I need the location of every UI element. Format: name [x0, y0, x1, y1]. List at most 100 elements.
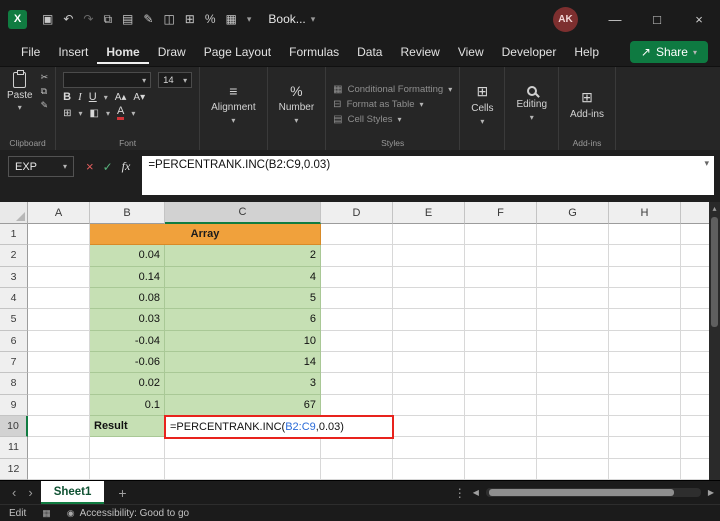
vscroll-thumb[interactable]	[711, 217, 718, 327]
cell-D1[interactable]	[321, 224, 393, 245]
col-header-B[interactable]: B	[90, 202, 165, 224]
table-icon[interactable]: ▦	[226, 12, 237, 26]
underline-chevron-icon[interactable]: ▾	[104, 93, 108, 102]
excel-logo-icon[interactable]: X	[8, 10, 27, 29]
decrease-font-button[interactable]: A▾	[133, 92, 145, 103]
cell-G8[interactable]	[537, 373, 609, 394]
sheet-nav-left-icon[interactable]: ‹	[6, 485, 22, 500]
cell-E8[interactable]	[393, 373, 465, 394]
cell-A5[interactable]	[28, 309, 90, 330]
cell-C7[interactable]: 14	[165, 352, 321, 373]
enter-button[interactable]: ✓	[103, 160, 113, 174]
col-header-D[interactable]: D	[321, 202, 393, 224]
save-icon[interactable]: ▣	[42, 12, 53, 26]
cell-H12[interactable]	[609, 459, 681, 480]
active-cell-editor[interactable]: =PERCENTRANK.INC(B2:C9,0.03)	[164, 415, 394, 439]
undo-icon[interactable]: ↶	[63, 12, 73, 26]
tab-data[interactable]: Data	[348, 40, 391, 64]
cell-E2[interactable]	[393, 245, 465, 266]
col-header-partial[interactable]	[681, 202, 709, 224]
cell-H3[interactable]	[609, 267, 681, 288]
cell-H11[interactable]	[609, 437, 681, 458]
tab-developer[interactable]: Developer	[493, 40, 566, 64]
cell-A7[interactable]	[28, 352, 90, 373]
cell-G6[interactable]	[537, 331, 609, 352]
tab-home[interactable]: Home	[97, 40, 148, 64]
cell-D2[interactable]	[321, 245, 393, 266]
tab-page-layout[interactable]: Page Layout	[195, 40, 280, 64]
format-painter-icon[interactable]: ✎	[143, 12, 153, 26]
cell-I12[interactable]	[681, 459, 709, 480]
cell-C2[interactable]: 2	[165, 245, 321, 266]
cell-A11[interactable]	[28, 437, 90, 458]
editing-button[interactable]: Editing ▾	[512, 72, 551, 136]
format-painter-ribbon-icon[interactable]: ✎	[41, 100, 49, 111]
redo-icon[interactable]: ↷	[83, 12, 93, 26]
cell-E10[interactable]	[393, 416, 465, 437]
cell-A12[interactable]	[28, 459, 90, 480]
formula-input[interactable]: =PERCENTRANK.INC(B2:C9,0.03) ▾	[142, 156, 714, 195]
cell-I6[interactable]	[681, 331, 709, 352]
cell-B5[interactable]: 0.03	[90, 309, 165, 330]
hscroll-thumb[interactable]	[489, 489, 674, 496]
format-as-table-button[interactable]: ⊟ Format as Table ▾	[333, 99, 452, 110]
cell-G1[interactable]	[537, 224, 609, 245]
bold-button[interactable]: B	[63, 91, 71, 103]
cell-C6[interactable]: 10	[165, 331, 321, 352]
cell-B9[interactable]: 0.1	[90, 395, 165, 416]
accessibility-status[interactable]: ◉ Accessibility: Good to go	[67, 508, 189, 519]
cell-D5[interactable]	[321, 309, 393, 330]
tab-help[interactable]: Help	[565, 40, 608, 64]
cell-F12[interactable]	[465, 459, 537, 480]
cell-E6[interactable]	[393, 331, 465, 352]
cell-C4[interactable]: 5	[165, 288, 321, 309]
cell-I1[interactable]	[681, 224, 709, 245]
row-header-7[interactable]: 7	[0, 352, 28, 373]
font-name-select[interactable]: ▾	[63, 72, 151, 88]
cell-G5[interactable]	[537, 309, 609, 330]
cell-H2[interactable]	[609, 245, 681, 266]
cell-I4[interactable]	[681, 288, 709, 309]
cell-F7[interactable]	[465, 352, 537, 373]
cell-B7[interactable]: -0.06	[90, 352, 165, 373]
cell-styles-button[interactable]: ▤ Cell Styles ▾	[333, 114, 452, 125]
row-header-4[interactable]: 4	[0, 288, 28, 309]
cell-F4[interactable]	[465, 288, 537, 309]
cell-I2[interactable]	[681, 245, 709, 266]
insert-function-button[interactable]: fx	[122, 159, 131, 174]
cell-C12[interactable]	[165, 459, 321, 480]
cell-H5[interactable]	[609, 309, 681, 330]
cell-F6[interactable]	[465, 331, 537, 352]
add-sheet-button[interactable]: +	[112, 485, 132, 501]
cells-toolbar-icon[interactable]: ⊞	[185, 12, 195, 26]
tab-review[interactable]: Review	[391, 40, 448, 64]
cell-H1[interactable]	[609, 224, 681, 245]
row-header-12[interactable]: 12	[0, 459, 28, 480]
row-header-9[interactable]: 9	[0, 395, 28, 416]
cell-F10[interactable]	[465, 416, 537, 437]
tab-draw[interactable]: Draw	[149, 40, 195, 64]
conditional-formatting-button[interactable]: ▦ Conditional Formatting ▾	[333, 84, 452, 95]
col-header-C[interactable]: C	[165, 202, 321, 224]
copy-icon[interactable]: ⧉	[103, 12, 112, 27]
cell-E12[interactable]	[393, 459, 465, 480]
cell-C3[interactable]: 4	[165, 267, 321, 288]
cell-A9[interactable]	[28, 395, 90, 416]
row-header-3[interactable]: 3	[0, 267, 28, 288]
italic-button[interactable]: I	[78, 91, 82, 103]
cell-F5[interactable]	[465, 309, 537, 330]
cell-I10[interactable]	[681, 416, 709, 437]
cell-I11[interactable]	[681, 437, 709, 458]
tab-insert[interactable]: Insert	[49, 40, 97, 64]
sheet-options-icon[interactable]: ⋮	[454, 486, 466, 500]
cell-G9[interactable]	[537, 395, 609, 416]
col-header-F[interactable]: F	[465, 202, 537, 224]
cell-H8[interactable]	[609, 373, 681, 394]
col-header-G[interactable]: G	[537, 202, 609, 224]
addins-button[interactable]: ⊞ Add-ins	[566, 72, 608, 136]
document-title[interactable]: Book...	[268, 12, 305, 26]
cell-F1[interactable]	[465, 224, 537, 245]
cell-F9[interactable]	[465, 395, 537, 416]
row-header-2[interactable]: 2	[0, 245, 28, 266]
tab-formulas[interactable]: Formulas	[280, 40, 348, 64]
